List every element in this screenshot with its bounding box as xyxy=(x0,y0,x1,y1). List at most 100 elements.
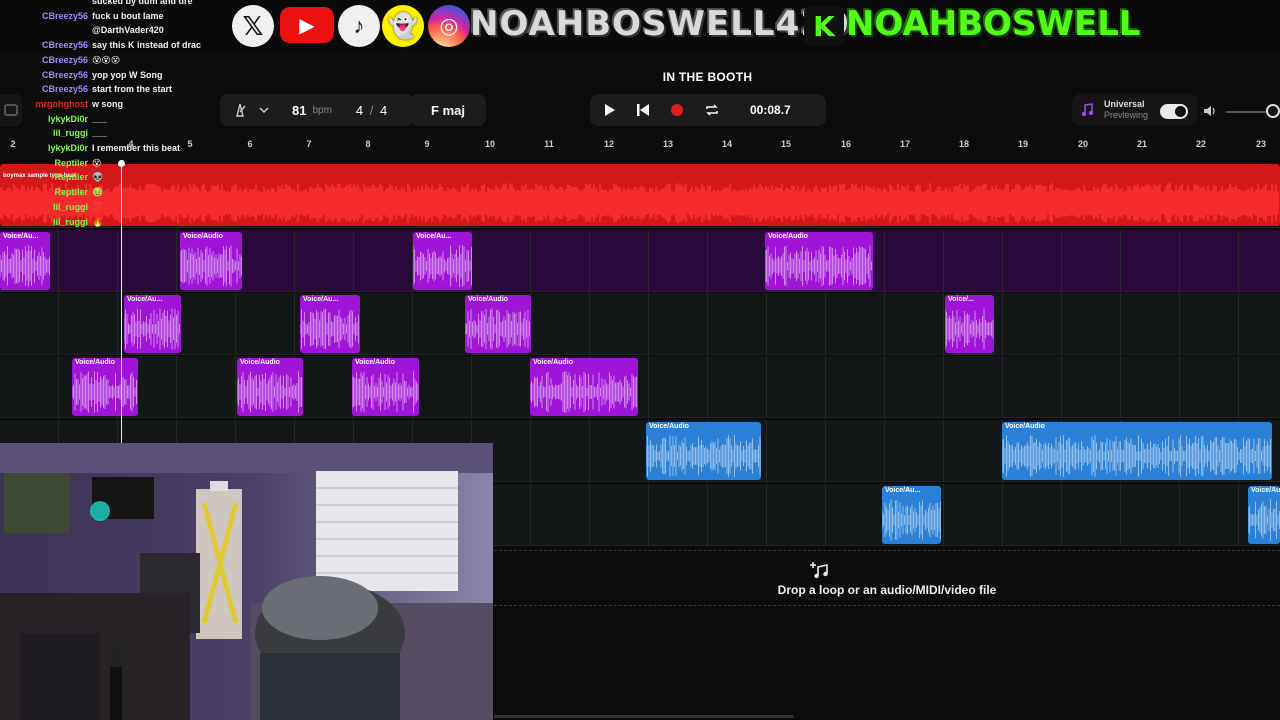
vocal-track-lane-2[interactable]: Voice/Au... Voice/Au... Voice/Audio Voic… xyxy=(0,293,1280,355)
youtube-icon: ▶ xyxy=(280,7,334,43)
ruler-tick: 8 xyxy=(365,139,371,149)
preset-status: Previewing xyxy=(1104,110,1149,120)
vocal-clip[interactable]: Voice/Au... xyxy=(882,486,941,544)
vocal-clip[interactable]: Voice/... xyxy=(945,295,994,353)
waveform-path xyxy=(413,245,472,287)
waveform-path xyxy=(1248,499,1280,541)
ruler-tick: 15 xyxy=(780,139,792,149)
waveform-path xyxy=(0,245,50,287)
volume-icon[interactable] xyxy=(1203,105,1217,117)
chat-message: Reptiler 😵 xyxy=(0,158,220,172)
bpm-value[interactable]: 81 xyxy=(292,103,306,118)
chat-username: lil_ruggi xyxy=(52,128,88,139)
time-signature[interactable]: 4 / 4 xyxy=(356,103,387,118)
add-music-icon xyxy=(810,561,830,581)
chevron-down-icon[interactable] xyxy=(258,104,270,116)
volume-slider-knob[interactable] xyxy=(1266,104,1280,118)
vocal-clip[interactable]: Voice/Au... xyxy=(1248,486,1280,544)
waveform-path xyxy=(945,308,994,350)
chat-text: @DarthVader420 xyxy=(92,25,164,36)
chat-username: Reptiler xyxy=(54,157,88,168)
vocal-clip[interactable]: Voice/Au... xyxy=(0,232,50,290)
webcam-feed xyxy=(0,443,493,720)
vocal-clip[interactable]: Voice/Audio xyxy=(72,358,138,416)
bpm-unit: bpm xyxy=(312,104,332,116)
chat-username: CBreezy56 xyxy=(41,54,88,65)
chat-username: CBreezy56 xyxy=(41,69,88,80)
vocal-clip[interactable]: Voice/Au... xyxy=(300,295,360,353)
file-drop-zone[interactable]: Drop a loop or an audio/MIDI/video file xyxy=(494,550,1280,606)
stream-chat: sucked by dum and dre CBreezy56 fuck u bou… xyxy=(0,0,202,230)
vocal-clip[interactable]: Voice/Au... xyxy=(124,295,181,353)
ruler-tick: 18 xyxy=(958,139,970,149)
chat-message: @DarthVader420 xyxy=(0,25,220,39)
ruler-tick: 19 xyxy=(1017,139,1029,149)
chat-text: fuck u bout lame xyxy=(92,10,164,21)
chat-text: 😵 xyxy=(92,157,102,168)
chat-message: mrgohghost w song xyxy=(0,99,220,113)
waveform-path xyxy=(765,245,872,287)
chat-text: sucked by dum and dre xyxy=(92,0,193,6)
skip-back-icon[interactable] xyxy=(636,103,650,117)
waveform-path xyxy=(465,308,530,350)
preset-info: Universal Previewing xyxy=(1104,99,1148,121)
vocal-clip[interactable]: Voice/Audio xyxy=(465,295,531,353)
clip-waveform xyxy=(413,245,472,287)
record-icon[interactable] xyxy=(670,103,684,117)
chat-message: lykykDi0r ___ xyxy=(0,114,220,128)
clip-label: Voice/Audio xyxy=(768,233,808,240)
ruler-tick: 6 xyxy=(247,139,253,149)
vocal-clip[interactable]: Voice/Audio xyxy=(1002,422,1272,480)
vocal-track-lane-3[interactable]: Voice/Audio Voice/Audio Voice/Audio Voic… xyxy=(0,356,1280,418)
chat-message: CBreezy56 yop yop W Song xyxy=(0,70,220,84)
volume-slider-track[interactable] xyxy=(1226,111,1270,113)
clip-waveform xyxy=(0,245,50,287)
vocal-clip[interactable]: Voice/Audio xyxy=(765,232,873,290)
time-sig-denominator: 4 xyxy=(380,102,388,118)
waveform-path xyxy=(72,371,137,413)
play-icon[interactable] xyxy=(602,103,616,117)
ruler-tick: 10 xyxy=(484,139,496,149)
key-selector[interactable]: F maj xyxy=(410,94,486,126)
waveform-path xyxy=(237,371,302,413)
ruler-tick: 11 xyxy=(544,139,554,149)
vocal-clip[interactable]: Voice/Audio xyxy=(530,358,638,416)
clip-label: Voice/Au... xyxy=(3,233,39,240)
waveform-path xyxy=(352,371,419,413)
chat-username: lil_ruggi xyxy=(52,201,88,212)
vocal-clip[interactable]: Voice/Audio xyxy=(237,358,303,416)
waveform-path xyxy=(882,499,941,541)
clip-waveform xyxy=(180,245,242,287)
clip-waveform xyxy=(72,371,137,413)
horizontal-scrollbar[interactable] xyxy=(494,715,794,718)
clip-waveform xyxy=(237,371,302,413)
metronome-icon[interactable] xyxy=(232,102,248,118)
vocal-clip[interactable]: Voice/Audio xyxy=(646,422,761,480)
vocal-track-lane-1[interactable]: Voice/Au... Voice/Audio Voice/Au... Voic… xyxy=(0,230,1280,292)
vocal-clip[interactable]: Voice/Audio xyxy=(180,232,242,290)
instagram-icon: ◎ xyxy=(428,5,470,47)
chat-message: lil_ruggi 🔥 xyxy=(0,217,220,231)
clip-label: Voice/Audio xyxy=(649,423,689,430)
loop-icon[interactable] xyxy=(704,103,720,117)
clip-waveform xyxy=(300,308,359,350)
chat-username: CBreezy56 xyxy=(41,10,88,21)
chat-text: 🔥 xyxy=(92,216,104,227)
clip-waveform xyxy=(1248,499,1280,541)
time-sig-numerator: 4 xyxy=(355,102,364,118)
waveform-path xyxy=(300,308,359,350)
chat-username: CBreezy56 xyxy=(41,84,88,95)
transport-group: 00:08.7 xyxy=(590,94,826,126)
chat-text: yop yop W Song xyxy=(92,69,163,80)
preview-toggle[interactable] xyxy=(1160,104,1188,119)
chat-message: CBreezy56 😵😵😵 xyxy=(0,55,220,69)
clip-waveform xyxy=(646,435,761,477)
clip-waveform xyxy=(352,371,419,413)
chat-text: 😵😵😵 xyxy=(92,54,121,65)
ruler-tick: 12 xyxy=(603,139,615,149)
vocal-clip[interactable]: Voice/Audio xyxy=(352,358,419,416)
clip-label: Voice/Audio xyxy=(355,359,395,366)
clip-label: Voice/Audio xyxy=(468,296,508,303)
chat-username: lykykDi0r xyxy=(47,113,88,124)
vocal-clip[interactable]: Voice/Au... xyxy=(413,232,472,290)
